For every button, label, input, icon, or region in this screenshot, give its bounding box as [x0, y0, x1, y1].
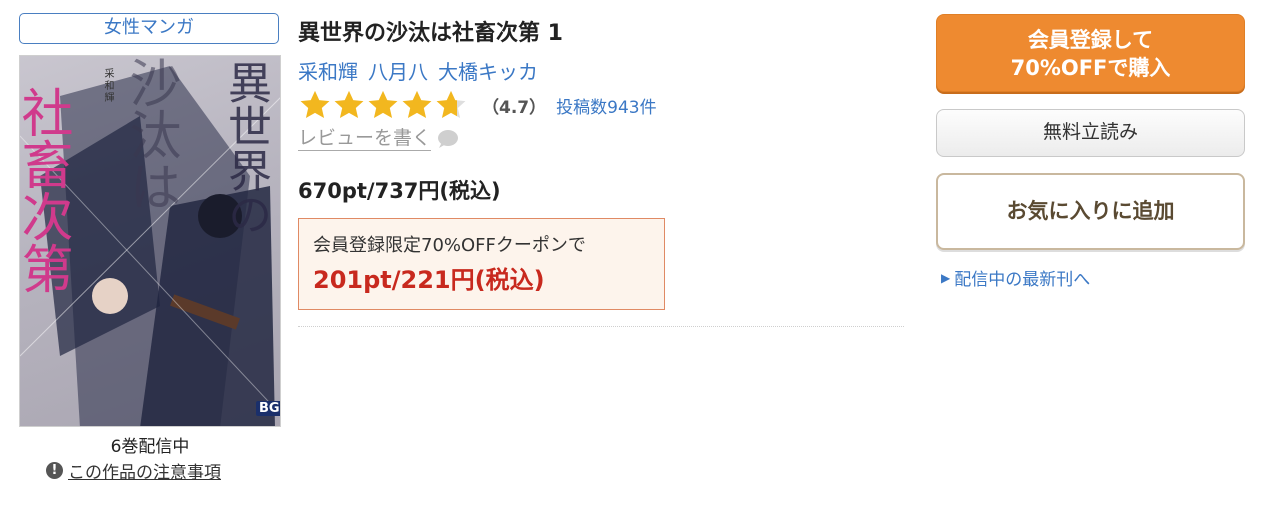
author-link[interactable]: 大橋キッカ — [438, 56, 538, 85]
coupon-label: 会員登録限定70%OFFクーポンで — [313, 235, 586, 256]
add-to-favorites-button[interactable]: お気に入りに追加 — [936, 173, 1245, 250]
cover-title-left: 社畜次第 — [19, 86, 72, 294]
book-title: 異世界の沙汰は社畜次第 1 — [298, 21, 563, 46]
triangle-right-icon: ▶ — [941, 270, 951, 285]
cover-title-middle: 沙汰は — [120, 56, 180, 212]
star-icon — [368, 90, 398, 119]
star-half-icon — [436, 90, 466, 119]
rating-value: （4.7） — [482, 97, 547, 118]
register-and-buy-button[interactable]: 会員登録して 70%OFFで購入 — [936, 14, 1245, 92]
coupon-box: 会員登録限定70%OFFクーポンで 201pt/221円(税込) — [298, 218, 665, 310]
genre-badge[interactable]: 女性マンガ — [19, 13, 279, 44]
notice-link[interactable]: ! この作品の注意事項 — [46, 458, 221, 483]
star-icon — [300, 90, 330, 119]
price: 670pt/737円(税込) — [298, 179, 501, 203]
author-link[interactable]: 采和輝 — [298, 56, 358, 85]
free-preview-button[interactable]: 無料立読み — [936, 109, 1245, 157]
star-icon — [402, 90, 432, 119]
latest-volume-link[interactable]: ▶ 配信中の最新刊へ — [941, 265, 1090, 290]
author-list: 采和輝 八月八 大橋キッカ — [298, 56, 538, 85]
exclamation-circle-icon: ! — [46, 462, 63, 479]
buy-button-line1: 会員登録して — [1027, 28, 1154, 52]
write-review-text[interactable]: レビューを書く — [298, 126, 432, 151]
publisher-logo: BG — [256, 401, 280, 416]
buy-button-line2: 70%OFFで購入 — [1010, 56, 1171, 80]
review-count-link[interactable]: 投稿数943件 — [556, 93, 656, 118]
cover-title-right: 異世界の — [220, 60, 271, 236]
cover-image[interactable]: 沙汰は 社畜次第 異世界の 采和輝 BG — [19, 55, 281, 427]
volumes-available: 6巻配信中 — [110, 437, 190, 457]
write-review-link[interactable]: レビューを書く — [298, 126, 459, 151]
speech-bubble-icon — [438, 129, 459, 148]
coupon-price: 201pt/221円(税込) — [313, 266, 545, 294]
star-rating — [298, 88, 468, 122]
notice-link-text[interactable]: この作品の注意事項 — [68, 458, 221, 483]
author-link[interactable]: 八月八 — [368, 56, 428, 85]
latest-volume-link-text[interactable]: 配信中の最新刊へ — [954, 265, 1090, 290]
divider — [298, 326, 904, 327]
cover-author: 采和輝 — [102, 68, 113, 104]
star-icon — [334, 90, 364, 119]
rating-row: （4.7） 投稿数943件 — [298, 88, 657, 122]
